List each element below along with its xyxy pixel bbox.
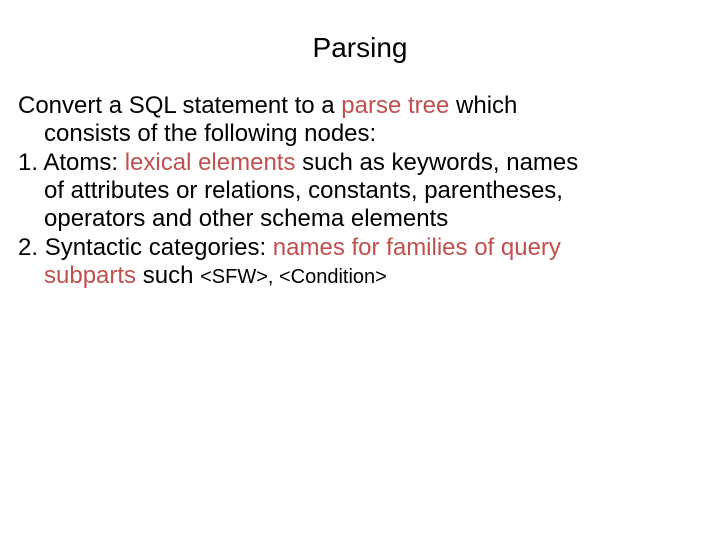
slide-body: Convert a SQL statement to a parse tree … — [18, 92, 702, 290]
item-2-accent-1: names for families of query — [273, 234, 561, 261]
intro-pre: Convert a SQL statement to a — [18, 92, 341, 119]
item-2-label: Syntactic categories: — [45, 234, 273, 261]
intro-accent: parse tree — [341, 92, 449, 119]
slide: Parsing Convert a SQL statement to a par… — [0, 0, 720, 540]
intro-post: which — [449, 92, 517, 119]
item-2-accent-2: subparts — [44, 262, 136, 289]
item-2-line-2: subparts such <SFW>, <Condition> — [18, 262, 702, 290]
slide-title: Parsing — [18, 0, 702, 92]
item-1-number: 1. — [18, 149, 43, 176]
item-2-number: 2. — [18, 234, 45, 261]
item-1-line-2: of attributes or relations, constants, p… — [18, 177, 702, 205]
intro-line-2: consists of the following nodes: — [18, 120, 702, 148]
item-2-small: <SFW>, <Condition> — [200, 266, 387, 288]
item-2-mid: such — [136, 262, 200, 289]
item-1-line-1: 1. Atoms: lexical elements such as keywo… — [18, 149, 702, 177]
item-1-accent: lexical elements — [125, 149, 296, 176]
item-2-line-1: 2. Syntactic categories: names for famil… — [18, 234, 702, 262]
intro-line-1: Convert a SQL statement to a parse tree … — [18, 92, 702, 120]
item-1-rest-1: such as keywords, names — [295, 149, 578, 176]
item-1-label: Atoms: — [43, 149, 124, 176]
item-1-line-3: operators and other schema elements — [18, 205, 702, 233]
